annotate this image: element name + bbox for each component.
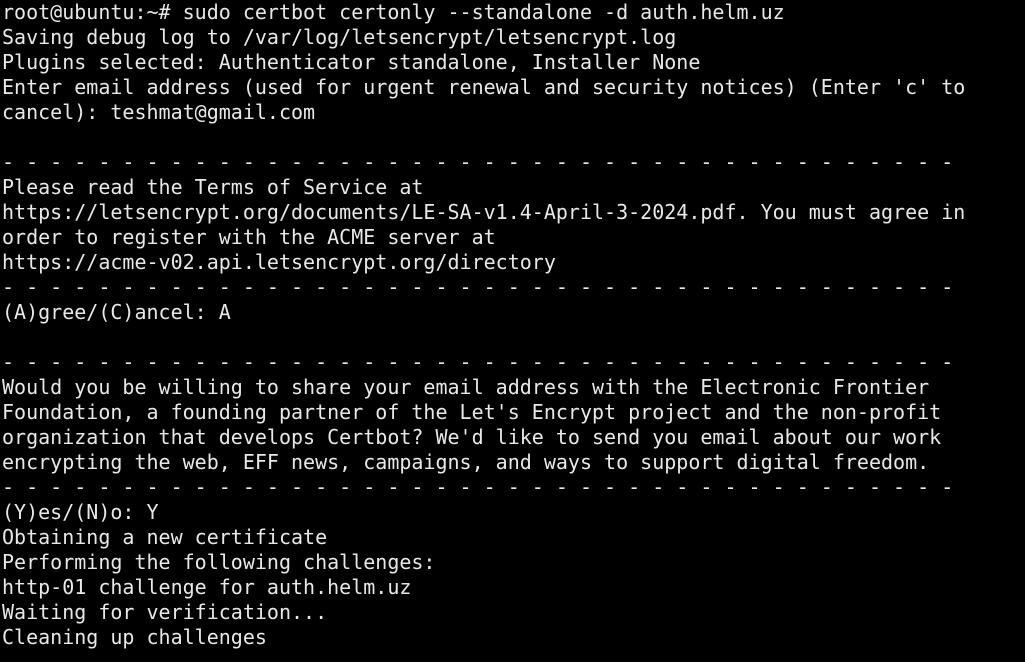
output-line: organization that develops Certbot? We'd… <box>2 425 942 449</box>
command-prompt-line: root@ubuntu:~# sudo certbot certonly --s… <box>2 0 785 24</box>
output-line: Enter email address (used for urgent ren… <box>2 75 966 99</box>
separator-line: - - - - - - - - - - - - - - - - - - - - … <box>2 275 954 299</box>
output-line: https://letsencrypt.org/documents/LE-SA-… <box>2 200 966 224</box>
output-line: Saving debug log to /var/log/letsencrypt… <box>2 25 677 49</box>
separator-line: - - - - - - - - - - - - - - - - - - - - … <box>2 150 954 174</box>
yes-no-prompt-line: (Y)es/(N)o: Y <box>2 500 159 524</box>
output-line: encrypting the web, EFF news, campaigns,… <box>2 450 930 474</box>
output-line: Would you be willing to share your email… <box>2 375 930 399</box>
output-line: Plugins selected: Authenticator standalo… <box>2 50 701 74</box>
agree-prompt-line: (A)gree/(C)ancel: A <box>2 300 231 324</box>
output-line: order to register with the ACME server a… <box>2 225 496 249</box>
output-line: Performing the following challenges: <box>2 550 436 574</box>
email-input-line: cancel): teshmat@gmail.com <box>2 100 316 124</box>
separator-line: - - - - - - - - - - - - - - - - - - - - … <box>2 475 954 499</box>
output-line: Waiting for verification... <box>2 600 328 624</box>
output-line: http-01 challenge for auth.helm.uz <box>2 575 412 599</box>
separator-line: - - - - - - - - - - - - - - - - - - - - … <box>2 350 954 374</box>
output-line: Cleaning up challenges <box>2 625 267 649</box>
output-line: https://acme-v02.api.letsencrypt.org/dir… <box>2 250 556 274</box>
output-line: Please read the Terms of Service at <box>2 175 424 199</box>
output-line: Foundation, a founding partner of the Le… <box>2 400 942 424</box>
output-line: Obtaining a new certificate <box>2 525 328 549</box>
terminal-window[interactable]: root@ubuntu:~# sudo certbot certonly --s… <box>0 0 1025 662</box>
